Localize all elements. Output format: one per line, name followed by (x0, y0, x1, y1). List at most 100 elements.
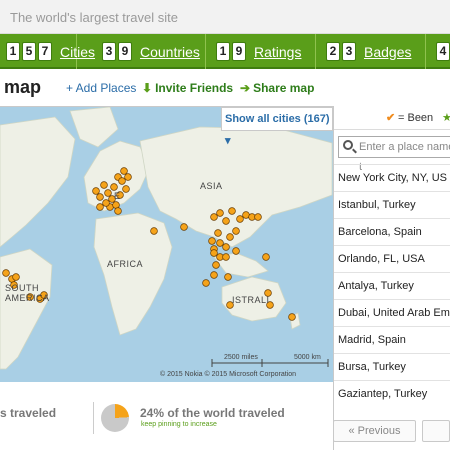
map-label-south-america: SOUTH AMERICA (5, 283, 50, 303)
checkmark-icon: ✔ (386, 112, 396, 124)
city-pin[interactable] (216, 239, 224, 247)
city-pin[interactable] (120, 167, 128, 175)
page-title: map (4, 77, 42, 97)
list-item[interactable]: Orlando, FL, USA (334, 245, 450, 272)
city-pin[interactable] (202, 279, 210, 287)
city-pin[interactable] (210, 271, 218, 279)
share-map-label: Share map (253, 81, 315, 95)
list-item[interactable]: New York City, NY, US (334, 164, 450, 191)
city-count: (167) (303, 113, 330, 125)
city-pin[interactable] (212, 261, 220, 269)
counter-digit: 2 (326, 42, 340, 61)
place-search-input[interactable]: Enter a place name t (338, 136, 450, 173)
stat-cities[interactable]: 1 5 7 Cities (0, 34, 95, 69)
show-all-cities-label: Show all cities (225, 113, 301, 125)
city-pin[interactable] (210, 249, 218, 257)
city-pin[interactable] (122, 185, 130, 193)
cities-counter: 1 5 7 (6, 42, 54, 61)
counter-digit: 7 (38, 42, 52, 61)
city-pin[interactable] (216, 209, 224, 217)
list-item[interactable]: Antalya, Turkey (334, 272, 450, 299)
counter-digit: 4 (436, 42, 450, 61)
invite-friends-label: Invite Friends (155, 81, 234, 95)
add-places-link[interactable]: + Add Places (66, 81, 136, 95)
badges-link[interactable]: Badges (364, 44, 411, 60)
city-pin[interactable] (110, 183, 118, 191)
previous-page-button[interactable]: « Previous (333, 420, 416, 442)
ratings-link[interactable]: Ratings (254, 44, 301, 60)
arrow-right-icon: ➔ (240, 81, 251, 95)
world-traveled-pie-icon (101, 404, 129, 432)
stats-divider (93, 402, 94, 434)
map-label-asia: ASIA (200, 181, 223, 191)
list-item[interactable]: Barcelona, Spain (334, 218, 450, 245)
list-item[interactable]: Bursa, Turkey (334, 353, 450, 380)
city-pin[interactable] (102, 199, 110, 207)
scale-km: 5000 km (294, 354, 321, 361)
africa-landmass (93, 212, 173, 336)
city-pin[interactable] (222, 243, 230, 251)
stat-countries[interactable]: 3 9 Countries (96, 34, 206, 69)
city-pin[interactable] (92, 187, 100, 195)
city-pin[interactable] (288, 313, 296, 321)
places-list: New York City, NY, US Istanbul, Turkey B… (334, 164, 450, 407)
invite-friends-button[interactable]: ⬇ Invite Friends (142, 81, 233, 95)
city-pin[interactable] (224, 273, 232, 281)
city-pin[interactable] (236, 215, 244, 223)
city-pin[interactable] (96, 193, 104, 201)
list-item[interactable]: Istanbul, Turkey (334, 191, 450, 218)
city-pin[interactable] (124, 173, 132, 181)
list-item[interactable]: Dubai, United Arab Emi (334, 299, 450, 326)
stat-more[interactable]: 4 (430, 34, 450, 69)
list-item[interactable]: Gaziantep, Turkey (334, 380, 450, 407)
counter-digit: 1 (6, 42, 20, 61)
share-map-button[interactable]: ➔ Share map (240, 81, 314, 95)
show-all-cities-dropdown[interactable]: Show all cities (167) ▾ (221, 107, 333, 147)
search-icon (343, 140, 353, 150)
city-pin[interactable] (208, 237, 216, 245)
stats-bar: 1 5 7 Cities 3 9 Countries 1 9 Ratings 2… (0, 34, 450, 69)
legend-been: = Been (398, 112, 434, 124)
city-pin[interactable] (232, 247, 240, 255)
site-header: The world's largest travel site (0, 0, 450, 34)
map-toolbar: map + Add Places ⬇ Invite Friends ➔ Share … (0, 72, 450, 104)
city-pin[interactable] (118, 177, 126, 185)
city-pin[interactable] (114, 207, 122, 215)
city-pin[interactable] (150, 227, 158, 235)
city-pin[interactable] (12, 273, 20, 281)
badges-counter: 2 3 (326, 42, 358, 61)
city-pin[interactable] (226, 233, 234, 241)
city-pin[interactable] (104, 189, 112, 197)
city-pin[interactable] (222, 217, 230, 225)
counter-digit: 9 (118, 42, 132, 61)
stat-ratings[interactable]: 1 9 Ratings (210, 34, 316, 69)
city-pin[interactable] (180, 223, 188, 231)
south-america-landmass (0, 248, 53, 370)
cities-traveled-text: s traveled (0, 406, 57, 420)
next-page-button[interactable] (422, 420, 450, 442)
city-pin[interactable] (222, 253, 230, 261)
map-canvas (0, 107, 333, 370)
counter-digit: 3 (342, 42, 356, 61)
keep-pinning-text: keep pinning to increase (141, 421, 217, 428)
star-icon: ★ (442, 112, 450, 124)
countries-link[interactable]: Countries (140, 44, 200, 60)
map-label-europe: E (114, 191, 121, 201)
world-map[interactable]: Show all cities (167) ▾ E ASIA AFRICA SO… (0, 106, 333, 382)
city-pin[interactable] (2, 269, 10, 277)
city-pin[interactable] (96, 203, 104, 211)
counter-digit: 9 (232, 42, 246, 61)
city-pin[interactable] (254, 213, 262, 221)
city-pin[interactable] (262, 253, 270, 261)
city-pin[interactable] (232, 227, 240, 235)
stat-badges[interactable]: 2 3 Badges (320, 34, 426, 69)
list-item[interactable]: Madrid, Spain (334, 326, 450, 353)
city-pin[interactable] (210, 213, 218, 221)
scale-miles: 2500 miles (224, 354, 258, 361)
city-pin[interactable] (228, 207, 236, 215)
cities-link[interactable]: Cities (60, 44, 95, 60)
city-pin[interactable] (100, 181, 108, 189)
chevron-down-icon: ▾ (225, 135, 231, 147)
city-pin[interactable] (214, 229, 222, 237)
ratings-counter: 1 9 (216, 42, 248, 61)
